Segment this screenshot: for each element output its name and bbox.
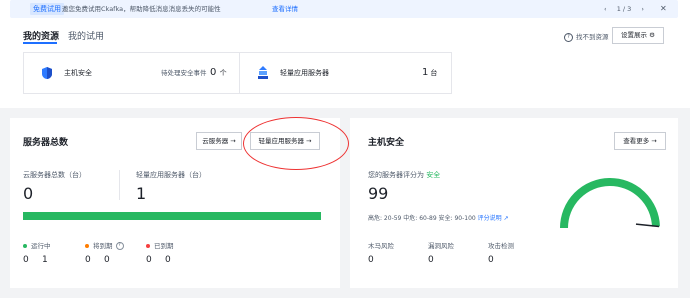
panel-title: 服务器总数: [23, 138, 69, 148]
score-rule-link[interactable]: 评分说明 ↗: [478, 215, 509, 222]
resource-card-unit: 台: [430, 69, 438, 77]
score-rule: 高危: 20-59 中危: 60-89 安全: 90-100 评分说明 ↗: [368, 213, 509, 222]
stat-divider: [119, 170, 120, 200]
resource-help-link[interactable]: ? 找不到资源: [564, 31, 609, 42]
notice-pager: ‹ 1 / 3 ›: [600, 0, 648, 18]
score-gauge: [560, 178, 660, 229]
lighthouse-total-label: 轻量应用服务器（台）: [136, 171, 206, 179]
risk-value-trojan: 0: [368, 255, 374, 265]
score-label-text: 您的服务器评分为: [368, 171, 424, 179]
legend-label: 已到期: [154, 242, 174, 250]
shield-icon: [42, 67, 52, 79]
resource-card-count: 0: [210, 67, 217, 78]
resource-card-lighthouse[interactable]: 轻量应用服务器 1台: [239, 52, 452, 94]
expiring-dot-icon: [85, 244, 89, 248]
pager-prev-button[interactable]: ‹: [604, 5, 607, 13]
risk-value-vuln: 0: [428, 255, 434, 265]
expired-lighthouse-count: 0: [165, 255, 171, 265]
resource-card-count: 1: [422, 67, 429, 78]
score-label: 您的服务器评分为 安全: [368, 170, 440, 180]
lighthouse-total-value: 1: [136, 184, 147, 203]
expired-dot-icon: [146, 244, 150, 248]
status-progress-bar: [23, 212, 321, 220]
running-dot-icon: [23, 244, 27, 248]
legend-label: 运行中: [31, 242, 51, 250]
tab-my-trials[interactable]: 我的试用: [68, 29, 104, 42]
score-status: 安全: [426, 171, 441, 179]
legend-expiring: 将到期?: [85, 240, 124, 250]
running-fill: [23, 212, 321, 220]
resource-card-meta: 待处理安全事件: [161, 69, 207, 77]
legend-label: 将到期: [93, 242, 113, 250]
running-lighthouse-count: 1: [42, 255, 48, 265]
running-cvm-count: 0: [23, 255, 29, 265]
score-value: 99: [368, 184, 389, 203]
legend-running: 运行中: [23, 240, 51, 250]
expired-cvm-count: 0: [146, 255, 152, 265]
question-icon: ?: [564, 32, 573, 42]
resource-card-name: 轻量应用服务器: [280, 69, 329, 77]
active-tab-indicator: [23, 42, 57, 44]
risk-label-vuln: 漏洞风险: [428, 242, 454, 250]
question-icon[interactable]: ?: [115, 242, 124, 250]
notice-text: 邀您免费试用Ckafka，帮助降低消息消息丢失的可能性: [62, 5, 221, 13]
pager-next-button[interactable]: ›: [641, 5, 644, 13]
view-more-button[interactable]: 查看更多 →: [614, 132, 666, 150]
panel-title: 主机安全: [368, 138, 405, 148]
risk-label-trojan: 木马风险: [368, 242, 394, 250]
cvm-button[interactable]: 云服务器 →: [196, 132, 242, 150]
risk-label-attack: 攻击检测: [488, 242, 514, 250]
promo-notice-bar: 免费试用 邀您免费试用Ckafka，帮助降低消息消息丢失的可能性 查看详情 ‹ …: [10, 0, 678, 18]
gauge-arc: [560, 178, 660, 229]
resource-card-host-security[interactable]: 主机安全 待处理安全事件 0 个: [23, 52, 245, 94]
settings-icon: ⚙: [649, 31, 655, 39]
resource-card-value: 1台: [422, 53, 437, 93]
risk-value-attack: 0: [488, 255, 494, 265]
free-trial-tag: 免费试用: [30, 3, 64, 15]
expiring-cvm-count: 0: [85, 255, 91, 265]
cvm-total-value: 0: [23, 184, 34, 203]
score-rule-text: 高危: 20-59 中危: 60-89 安全: 90-100: [368, 215, 476, 222]
display-settings-button[interactable]: 设置展示 ⚙: [612, 27, 664, 44]
pager-page-indicator: 1 / 3: [616, 5, 632, 13]
legend-expired: 已到期: [146, 240, 174, 250]
close-icon[interactable]: ✕: [660, 0, 667, 18]
resource-card-value: 0 个: [210, 53, 227, 93]
resources-panel: 免费试用 邀您免费试用Ckafka，帮助降低消息消息丢失的可能性 查看详情 ‹ …: [0, 0, 690, 108]
tab-my-resources[interactable]: 我的资源: [23, 29, 59, 42]
highlight-ellipse: [243, 117, 349, 170]
resource-card-unit: 个: [219, 69, 227, 77]
lighthouse-server-icon: [258, 66, 268, 79]
resource-help-label: 找不到资源: [576, 33, 609, 41]
resource-card-name: 主机安全: [64, 69, 92, 77]
cvm-total-label: 云服务器总数（台）: [23, 171, 86, 179]
host-security-panel: 主机安全 查看更多 → 您的服务器评分为 安全 99 高危: 20-59 中危:…: [350, 118, 678, 288]
notice-details-link[interactable]: 查看详情: [272, 0, 298, 18]
expiring-lighthouse-count: 0: [104, 255, 110, 265]
display-settings-label: 设置展示: [621, 31, 648, 39]
